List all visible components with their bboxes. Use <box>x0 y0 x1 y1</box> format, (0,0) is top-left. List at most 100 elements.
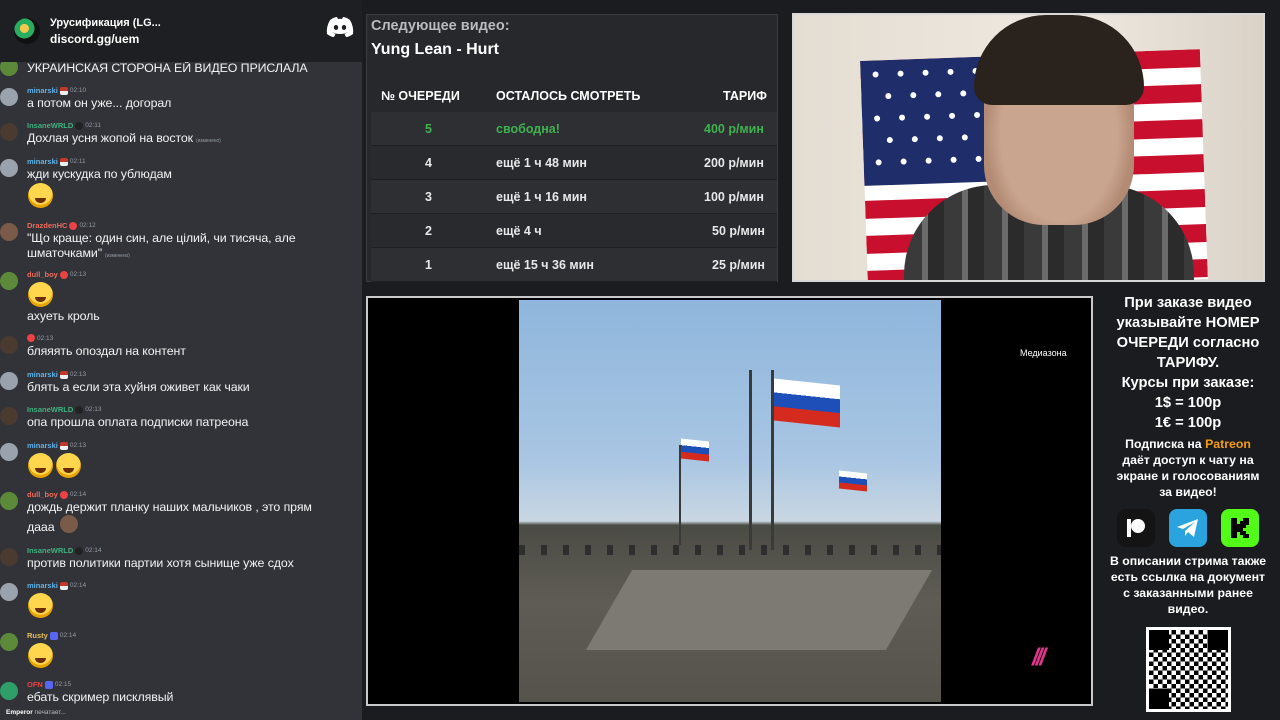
info-line: Подписка на Patreon <box>1096 436 1280 452</box>
username[interactable]: minarski <box>27 370 58 379</box>
avatar[interactable] <box>0 123 18 141</box>
patreon-link[interactable]: Patreon <box>1205 437 1251 451</box>
live-badge-icon <box>59 490 68 499</box>
queue-rate: 200 р/мин <box>704 156 764 170</box>
avatar[interactable] <box>0 336 18 354</box>
flag-badge-icon <box>59 157 68 166</box>
avatar[interactable] <box>0 443 18 461</box>
telegram-icon[interactable] <box>1169 509 1207 547</box>
cemetery-path <box>585 570 933 650</box>
username[interactable]: InsaneWRLD <box>27 121 73 130</box>
next-video-label: Следующее видео: <box>371 18 510 34</box>
column-header-queue: № ОЧЕРЕДИ <box>381 89 460 103</box>
avatar[interactable] <box>0 492 18 510</box>
queue-number: 5 <box>425 122 432 136</box>
message-text: УКРАИНСКАЯ СТОРОНА ЕЙ ВИДЕО ПРИСЛАЛА <box>27 61 308 75</box>
invite-link[interactable]: discord.gg/uem <box>50 32 161 46</box>
timestamp: 02:12 <box>79 222 96 229</box>
queue-number: 4 <box>425 156 432 170</box>
video-frame <box>519 300 941 702</box>
kick-icon[interactable] <box>1221 509 1259 547</box>
username[interactable]: OFN <box>27 680 43 689</box>
info-line: При заказе видео <box>1124 295 1252 311</box>
channel-logo: /// <box>1032 644 1046 671</box>
server-info: Урусификация (LG... discord.gg/uem <box>50 17 161 46</box>
username[interactable]: minarski <box>27 157 58 166</box>
username[interactable]: minarski <box>27 581 58 590</box>
avatar[interactable] <box>0 407 18 425</box>
avatar[interactable] <box>0 223 18 241</box>
timestamp: 02:14 <box>69 491 87 498</box>
russian-flag-image <box>839 470 867 492</box>
face-emoji-icon <box>60 515 78 533</box>
message-meta: minarski 02:11 <box>27 157 86 166</box>
russian-flag-image <box>681 438 709 462</box>
timestamp: 02:13 <box>69 442 87 449</box>
avatar[interactable] <box>0 88 18 106</box>
server-name: Урусификация (LG... <box>50 16 161 29</box>
message-meta: dull_boy 02:14 <box>27 490 86 499</box>
message-text-continued: дааа <box>27 520 55 534</box>
queue-remaining: ещё 15 ч 36 мин <box>496 258 594 272</box>
server-header[interactable]: Урусификация (LG... discord.gg/uem <box>0 0 362 62</box>
username[interactable]: Rusty <box>27 631 48 640</box>
flag-pole <box>679 445 681 545</box>
info-line: за видео! <box>1159 485 1217 499</box>
username[interactable]: dull_boy <box>27 490 58 499</box>
rates-title: Курсы при заказе: <box>1121 375 1255 391</box>
qr-code-icon[interactable] <box>1145 627 1231 712</box>
avatar[interactable] <box>0 633 18 651</box>
live-badge-icon <box>59 270 68 279</box>
message-list[interactable]: УКРАИНСКАЯ СТОРОНА ЕЙ ВИДЕО ПРИСЛАЛА min… <box>0 0 362 720</box>
message-text: ебать скример писклявый <box>27 690 174 704</box>
queue-rate: 400 р/мин <box>704 122 764 136</box>
order-info-panel: При заказе видео указывайте НОМЕР ОЧЕРЕД… <box>1096 292 1280 720</box>
patreon-icon[interactable] <box>1117 509 1155 547</box>
message-text: опа прошла оплата подписки патреона <box>27 415 249 429</box>
scream-emoji-icon <box>56 453 81 478</box>
queue-remaining: свободна! <box>496 122 560 136</box>
message-meta: InsaneWRLD 02:11 <box>27 121 101 130</box>
flag-badge-icon <box>59 581 68 590</box>
avatar[interactable] <box>0 682 18 700</box>
message-meta: OFN 02:15 <box>27 680 71 689</box>
username[interactable]: minarski <box>27 86 58 95</box>
laughing-emoji-icon <box>28 593 53 618</box>
username[interactable]: InsaneWRLD <box>27 405 73 414</box>
message-text: блять а если эта хуйня оживет как чаки <box>27 380 250 394</box>
username[interactable]: minarski <box>27 441 58 450</box>
typing-user: Emperor <box>6 709 33 716</box>
avatar[interactable] <box>0 372 18 390</box>
subscription-prefix: Подписка на <box>1125 437 1206 451</box>
role-badge-icon <box>75 546 84 555</box>
chat-panel: УКРАИНСКАЯ СТОРОНА ЕЙ ВИДЕО ПРИСЛАЛА min… <box>0 0 362 720</box>
webcam-feed <box>792 13 1265 282</box>
document-note: В описании стрима также есть ссылка на д… <box>1096 553 1280 617</box>
queue-rate: 25 р/мин <box>712 258 765 272</box>
laughing-emoji-icon <box>28 282 53 307</box>
avatar[interactable] <box>0 583 18 601</box>
edited-label: (изменено) <box>196 138 221 144</box>
message-text: ахуеть кроль <box>27 309 100 323</box>
message-meta: InsaneWRLD 02:13 <box>27 405 102 414</box>
message-text: а потом он уже... догорал <box>27 96 172 110</box>
avatar[interactable] <box>0 272 18 290</box>
avatar[interactable] <box>0 159 18 177</box>
timestamp: 02:14 <box>59 632 77 639</box>
timestamp: 02:11 <box>85 122 102 129</box>
username[interactable]: DrazdenHC <box>27 221 67 230</box>
info-line: ТАРИФУ. <box>1156 355 1220 371</box>
server-icon[interactable] <box>14 18 40 44</box>
discord-icon[interactable] <box>326 16 354 38</box>
video-player[interactable]: Медиазона /// <box>366 296 1093 706</box>
timestamp: 02:15 <box>54 681 72 688</box>
queue-row: 5 свободна! 400 р/мин <box>371 112 777 146</box>
avatar[interactable] <box>0 548 18 566</box>
username[interactable]: dull_boy <box>27 270 58 279</box>
message-meta: minarski 02:13 <box>27 370 86 379</box>
order-instructions: При заказе видео указывайте НОМЕР ОЧЕРЕД… <box>1096 293 1280 433</box>
info-line: ОЧЕРЕДИ согласно <box>1116 335 1260 351</box>
flag-badge-icon <box>59 441 68 450</box>
username[interactable]: InsaneWRLD <box>27 546 73 555</box>
message-meta: minarski 02:10 <box>27 86 86 95</box>
